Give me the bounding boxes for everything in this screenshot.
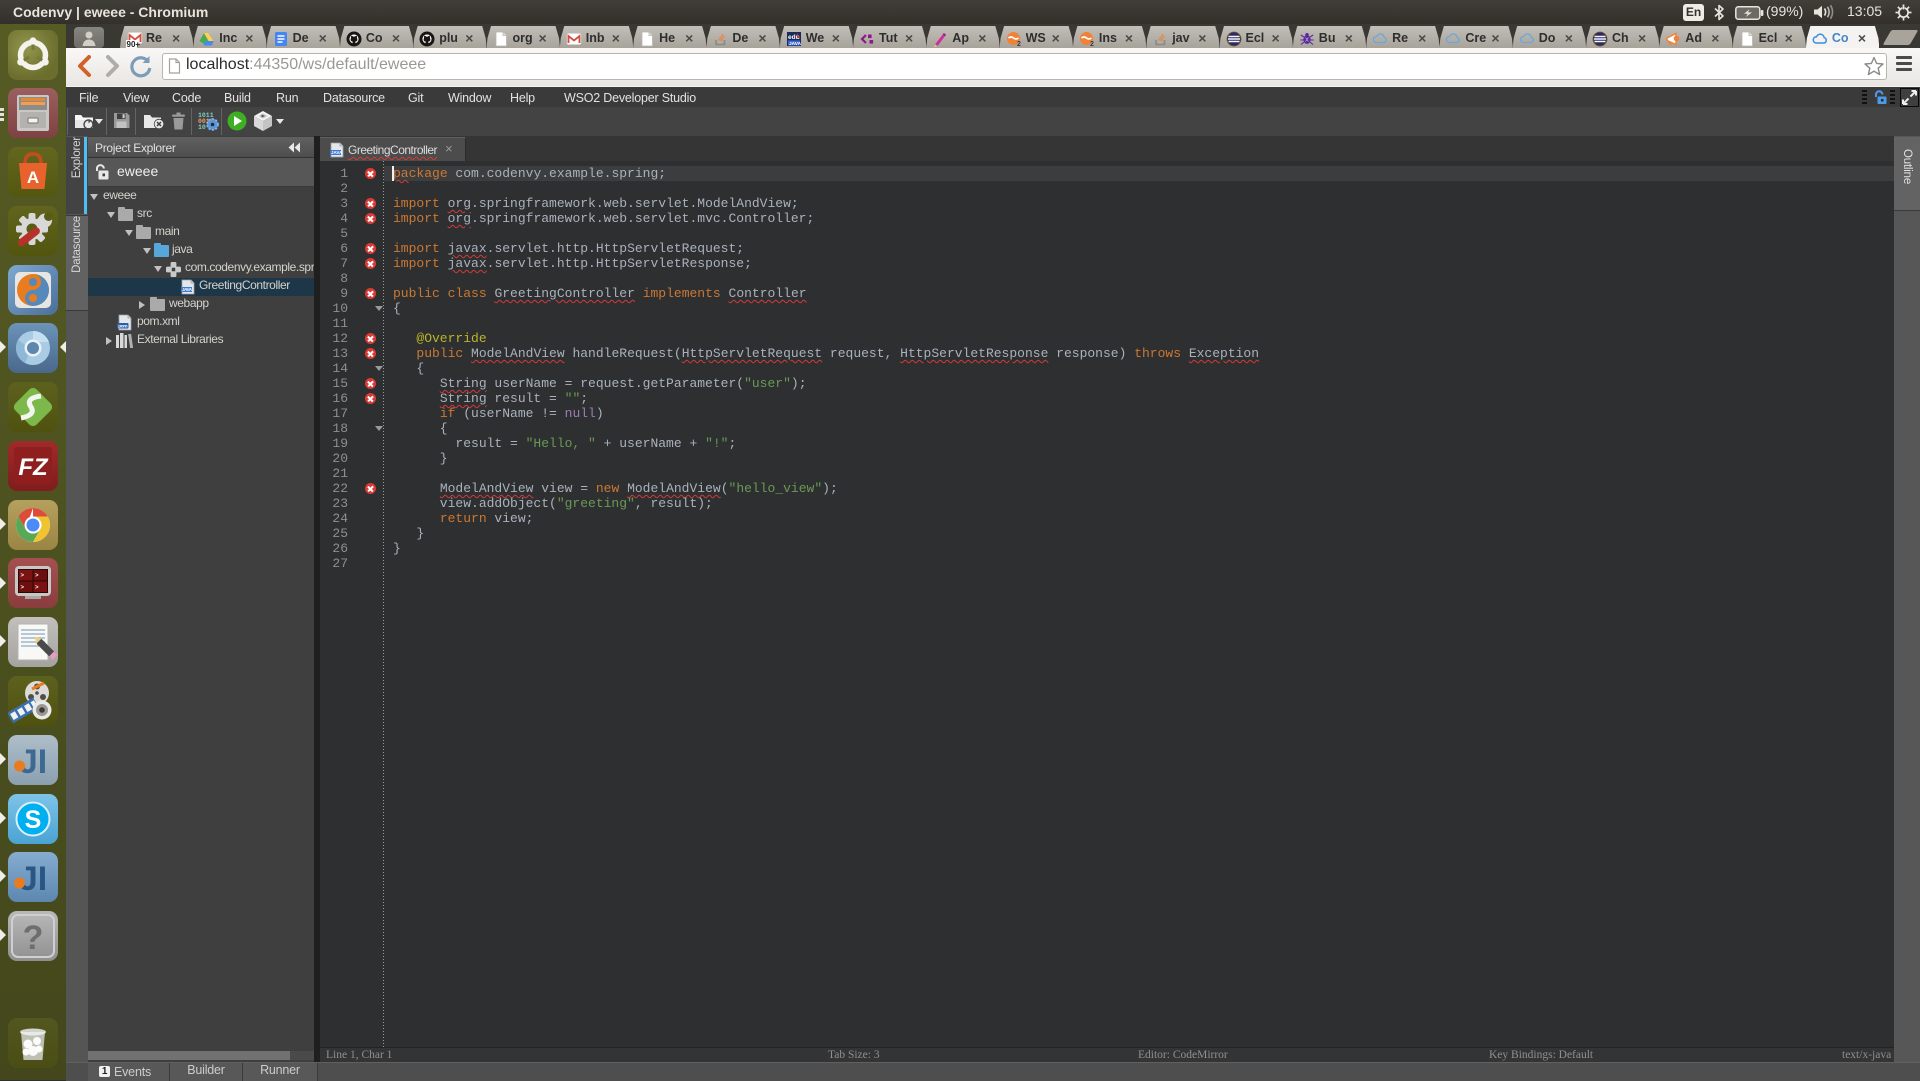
svg-text:FZ: FZ: [18, 454, 49, 481]
svg-text:?: ?: [23, 919, 44, 957]
svg-text:>: >: [35, 572, 39, 579]
svg-text:JAVA: JAVA: [789, 41, 802, 47]
svg-text:A: A: [27, 168, 39, 187]
svg-text:>: >: [21, 584, 25, 591]
svg-text:S: S: [25, 806, 42, 834]
svg-text:pom: pom: [118, 324, 127, 329]
svg-text:JAVA: JAVA: [331, 150, 343, 155]
svg-text:2: 2: [1017, 41, 1021, 47]
svg-text:>: >: [21, 572, 25, 579]
svg-text:10: 10: [198, 124, 206, 131]
svg-text:2: 2: [1090, 41, 1094, 47]
svg-text:90+: 90+: [127, 40, 141, 48]
svg-text:>: >: [35, 584, 39, 591]
svg-text:JAVA: JAVA: [182, 287, 193, 292]
